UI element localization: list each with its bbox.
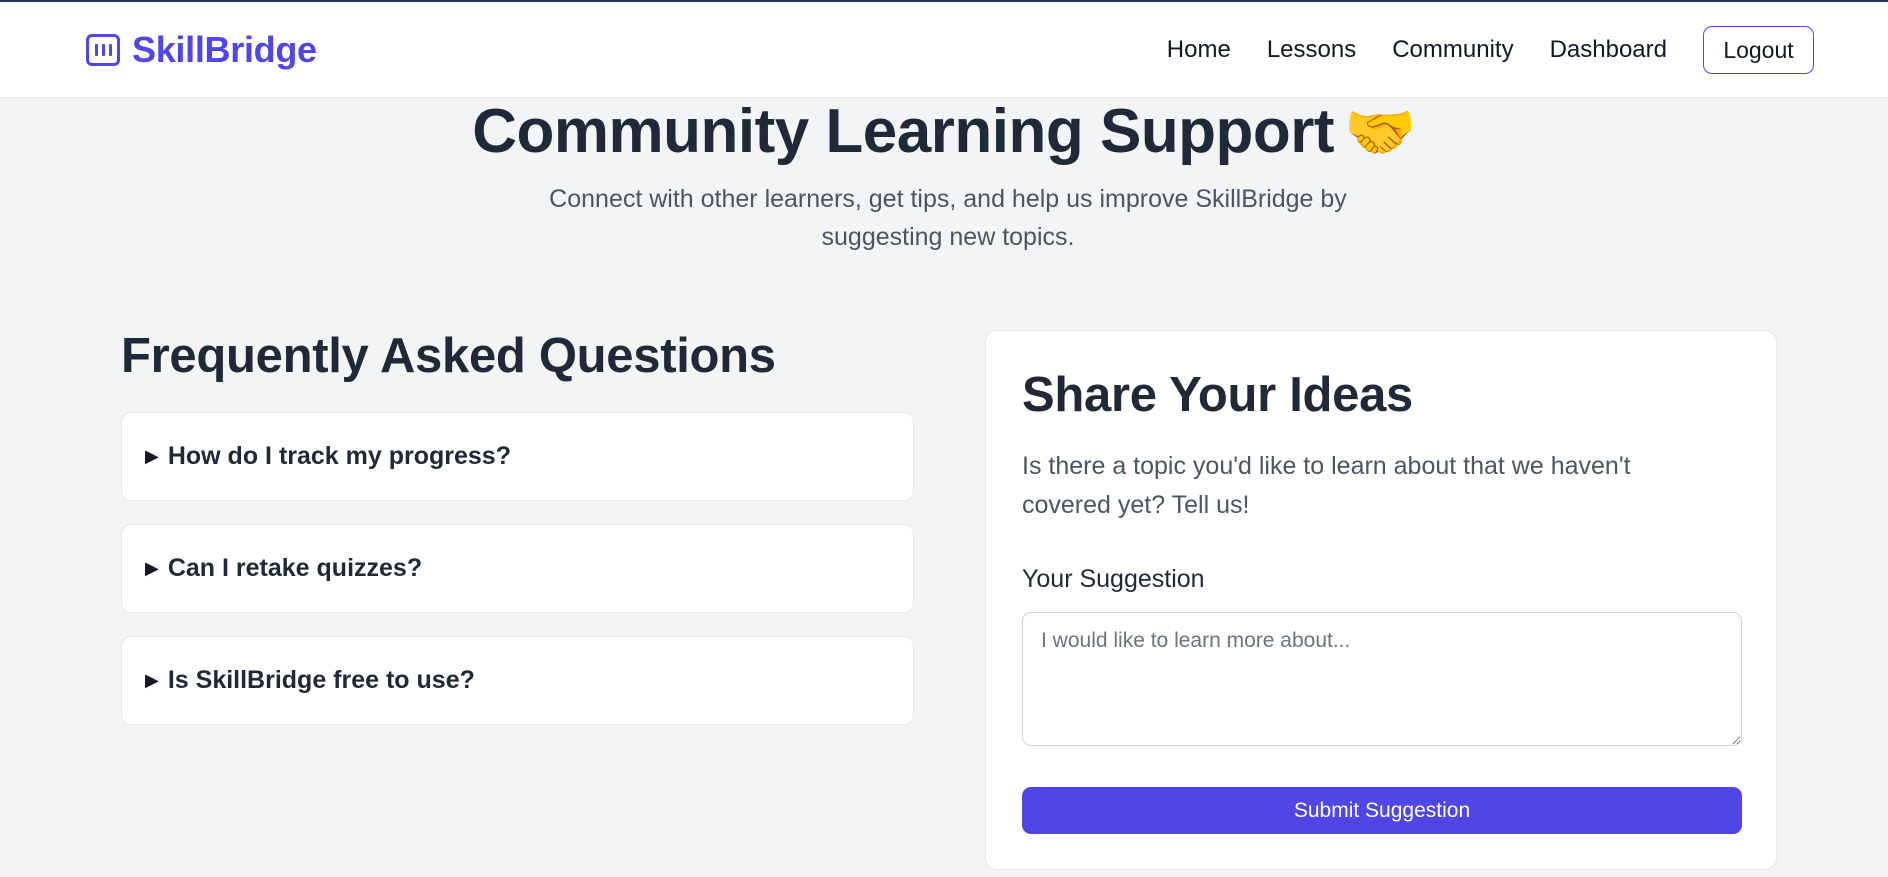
nav-link-home[interactable]: Home	[1167, 36, 1231, 64]
faq-item-retake-quizzes[interactable]: ▶ Can I retake quizzes?	[121, 524, 914, 613]
share-ideas-card: Share Your Ideas Is there a topic you'd …	[985, 330, 1777, 870]
logout-button[interactable]: Logout	[1703, 26, 1814, 74]
brand-name: SkillBridge	[132, 29, 317, 70]
submit-suggestion-button[interactable]: Submit Suggestion	[1022, 787, 1742, 834]
suggestion-label: Your Suggestion	[1022, 565, 1205, 593]
page-title-text: Community Learning Support	[472, 97, 1335, 166]
faq-question: Is SkillBridge free to use?	[167, 666, 475, 694]
share-ideas-heading: Share Your Ideas	[1022, 368, 1414, 422]
page-title: Community Learning Support 🤝	[0, 96, 1888, 167]
faq-item-track-progress[interactable]: ▶ How do I track my progress?	[121, 412, 914, 501]
site-header: SkillBridge Home Lessons Community Dashb…	[0, 2, 1888, 97]
suggestion-textarea[interactable]	[1022, 612, 1742, 746]
skillbridge-logo-icon	[86, 34, 120, 66]
main-nav: Home Lessons Community Dashboard Logout	[1167, 26, 1814, 74]
page-subtitle: Connect with other learners, get tips, a…	[549, 185, 1347, 251]
expand-arrow-icon: ▶	[145, 670, 159, 690]
brand-logo[interactable]: SkillBridge	[86, 29, 317, 70]
expand-arrow-icon: ▶	[145, 446, 159, 466]
nav-link-dashboard[interactable]: Dashboard	[1550, 36, 1667, 64]
nav-link-lessons[interactable]: Lessons	[1267, 36, 1356, 64]
handshake-icon: 🤝	[1344, 100, 1416, 165]
faq-item-free-to-use[interactable]: ▶ Is SkillBridge free to use?	[121, 636, 914, 725]
faq-question: Can I retake quizzes?	[167, 554, 423, 582]
expand-arrow-icon: ▶	[145, 558, 159, 578]
nav-link-community[interactable]: Community	[1392, 36, 1513, 64]
faq-question: How do I track my progress?	[167, 442, 511, 470]
share-ideas-description: Is there a topic you'd like to learn abo…	[1022, 452, 1631, 519]
faq-heading: Frequently Asked Questions	[121, 329, 776, 383]
